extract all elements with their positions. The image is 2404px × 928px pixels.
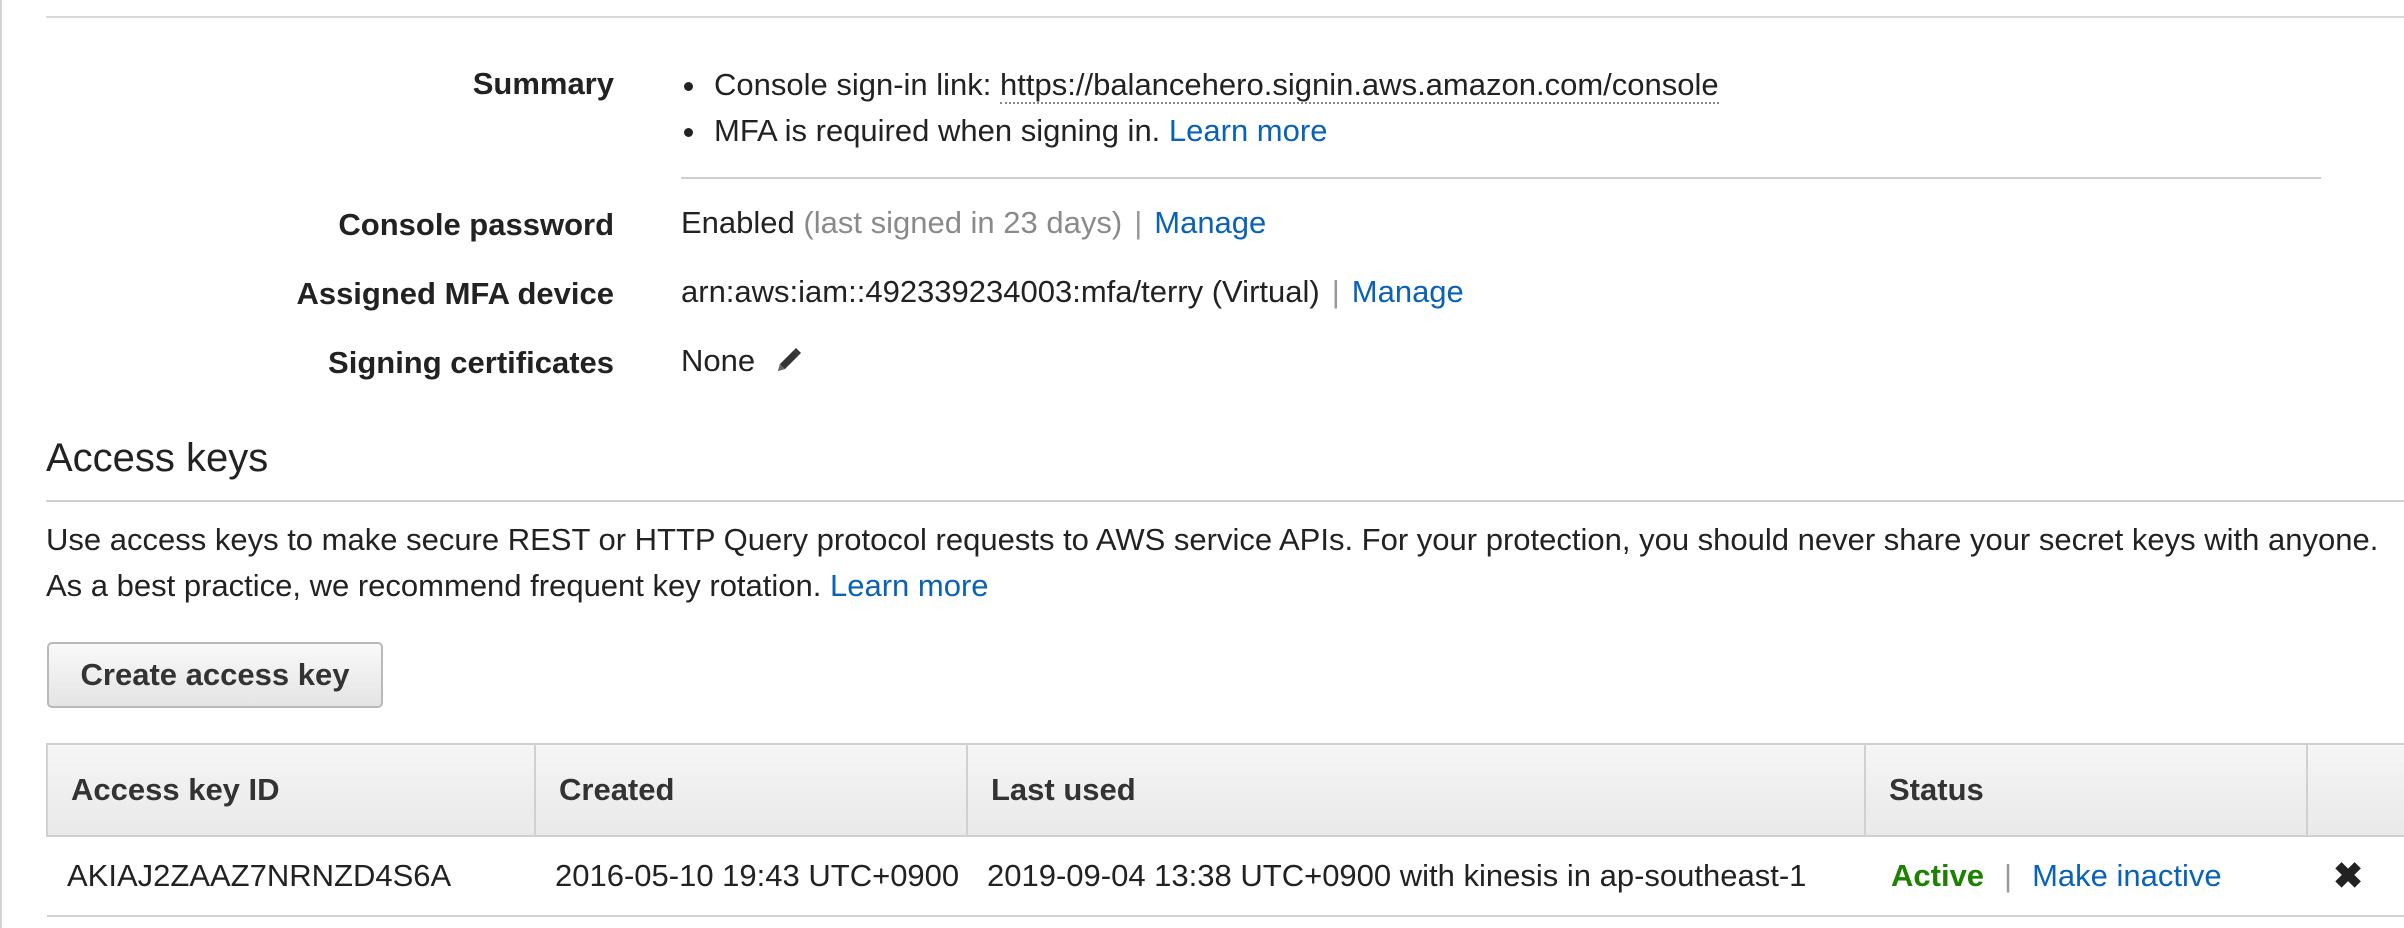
console-password-label: Console password xyxy=(338,207,614,242)
console-password-manage-link[interactable]: Manage xyxy=(1154,205,1266,240)
access-keys-description: Use access keys to make secure REST or H… xyxy=(46,517,2404,609)
mfa-device-label: Assigned MFA device xyxy=(296,276,614,311)
column-header-created[interactable]: Created xyxy=(534,743,968,837)
access-key-id: AKIAJ2ZAAZ7NRNZD4S6A xyxy=(47,836,535,917)
summary-item-signin: Console sign-in link: https://balanceher… xyxy=(681,62,1719,108)
access-key-created: 2016-05-10 19:43 UTC+0900 xyxy=(535,836,967,917)
mfa-device-arn: arn:aws:iam::492339234003:mfa/terry (Vir… xyxy=(681,274,1320,309)
separator: | xyxy=(1331,274,1340,309)
signing-certificates-value: None xyxy=(681,343,804,383)
create-access-key-button[interactable]: Create access key xyxy=(47,642,383,708)
signing-certificates-label: Signing certificates xyxy=(328,345,614,380)
top-divider xyxy=(46,16,2404,18)
access-keys-description-text: Use access keys to make secure REST or H… xyxy=(46,522,2379,603)
mfa-device-value: arn:aws:iam::492339234003:mfa/terry (Vir… xyxy=(681,274,1464,310)
left-border xyxy=(0,0,2,928)
column-header-last-used[interactable]: Last used xyxy=(966,743,1866,837)
column-header-status[interactable]: Status xyxy=(1864,743,2308,837)
signing-certificates-none: None xyxy=(681,343,756,378)
signin-prefix: Console sign-in link: xyxy=(714,67,1001,102)
summary-list: Console sign-in link: https://balanceher… xyxy=(681,62,1719,154)
last-signed-text: (last signed in 23 days) xyxy=(803,205,1123,240)
access-keys-table: Access key ID Created Last used Status A… xyxy=(46,743,2404,917)
console-password-status: Enabled xyxy=(681,205,795,240)
pencil-icon[interactable] xyxy=(774,345,804,383)
access-keys-title: Access keys xyxy=(46,436,269,480)
console-password-value: Enabled (last signed in 23 days) | Manage xyxy=(681,205,1266,241)
console-signin-link[interactable]: https://balancehero.signin.aws.amazon.co… xyxy=(1000,67,1719,104)
access-keys-learn-more-link[interactable]: Learn more xyxy=(830,568,989,603)
mfa-learn-more-link[interactable]: Learn more xyxy=(1169,113,1328,148)
column-header-access-key-id[interactable]: Access key ID xyxy=(46,743,536,837)
mfa-required-text: MFA is required when signing in. xyxy=(714,113,1169,148)
table-row: AKIAJ2ZAAZ7NRNZD4S6A 2016-05-10 19:43 UT… xyxy=(47,836,2404,917)
mfa-device-manage-link[interactable]: Manage xyxy=(1352,274,1464,309)
access-key-status-cell: Active | Make inactive xyxy=(1865,836,2307,917)
separator: | xyxy=(2004,858,2013,893)
table-header-row: Access key ID Created Last used Status xyxy=(46,743,2404,837)
access-key-last-used: 2019-09-04 13:38 UTC+0900 with kinesis i… xyxy=(967,836,1865,917)
delete-cell: ✖ xyxy=(2307,836,2404,917)
summary-label: Summary xyxy=(472,66,614,101)
access-keys-divider xyxy=(46,500,2404,502)
make-inactive-link[interactable]: Make inactive xyxy=(2032,858,2222,893)
summary-item-mfa: MFA is required when signing in. Learn m… xyxy=(681,108,1719,154)
summary-divider xyxy=(681,177,2321,179)
status-badge: Active xyxy=(1891,858,1985,893)
close-icon[interactable]: ✖ xyxy=(2333,855,2363,896)
separator: | xyxy=(1134,205,1143,240)
column-header-actions xyxy=(2306,743,2404,837)
